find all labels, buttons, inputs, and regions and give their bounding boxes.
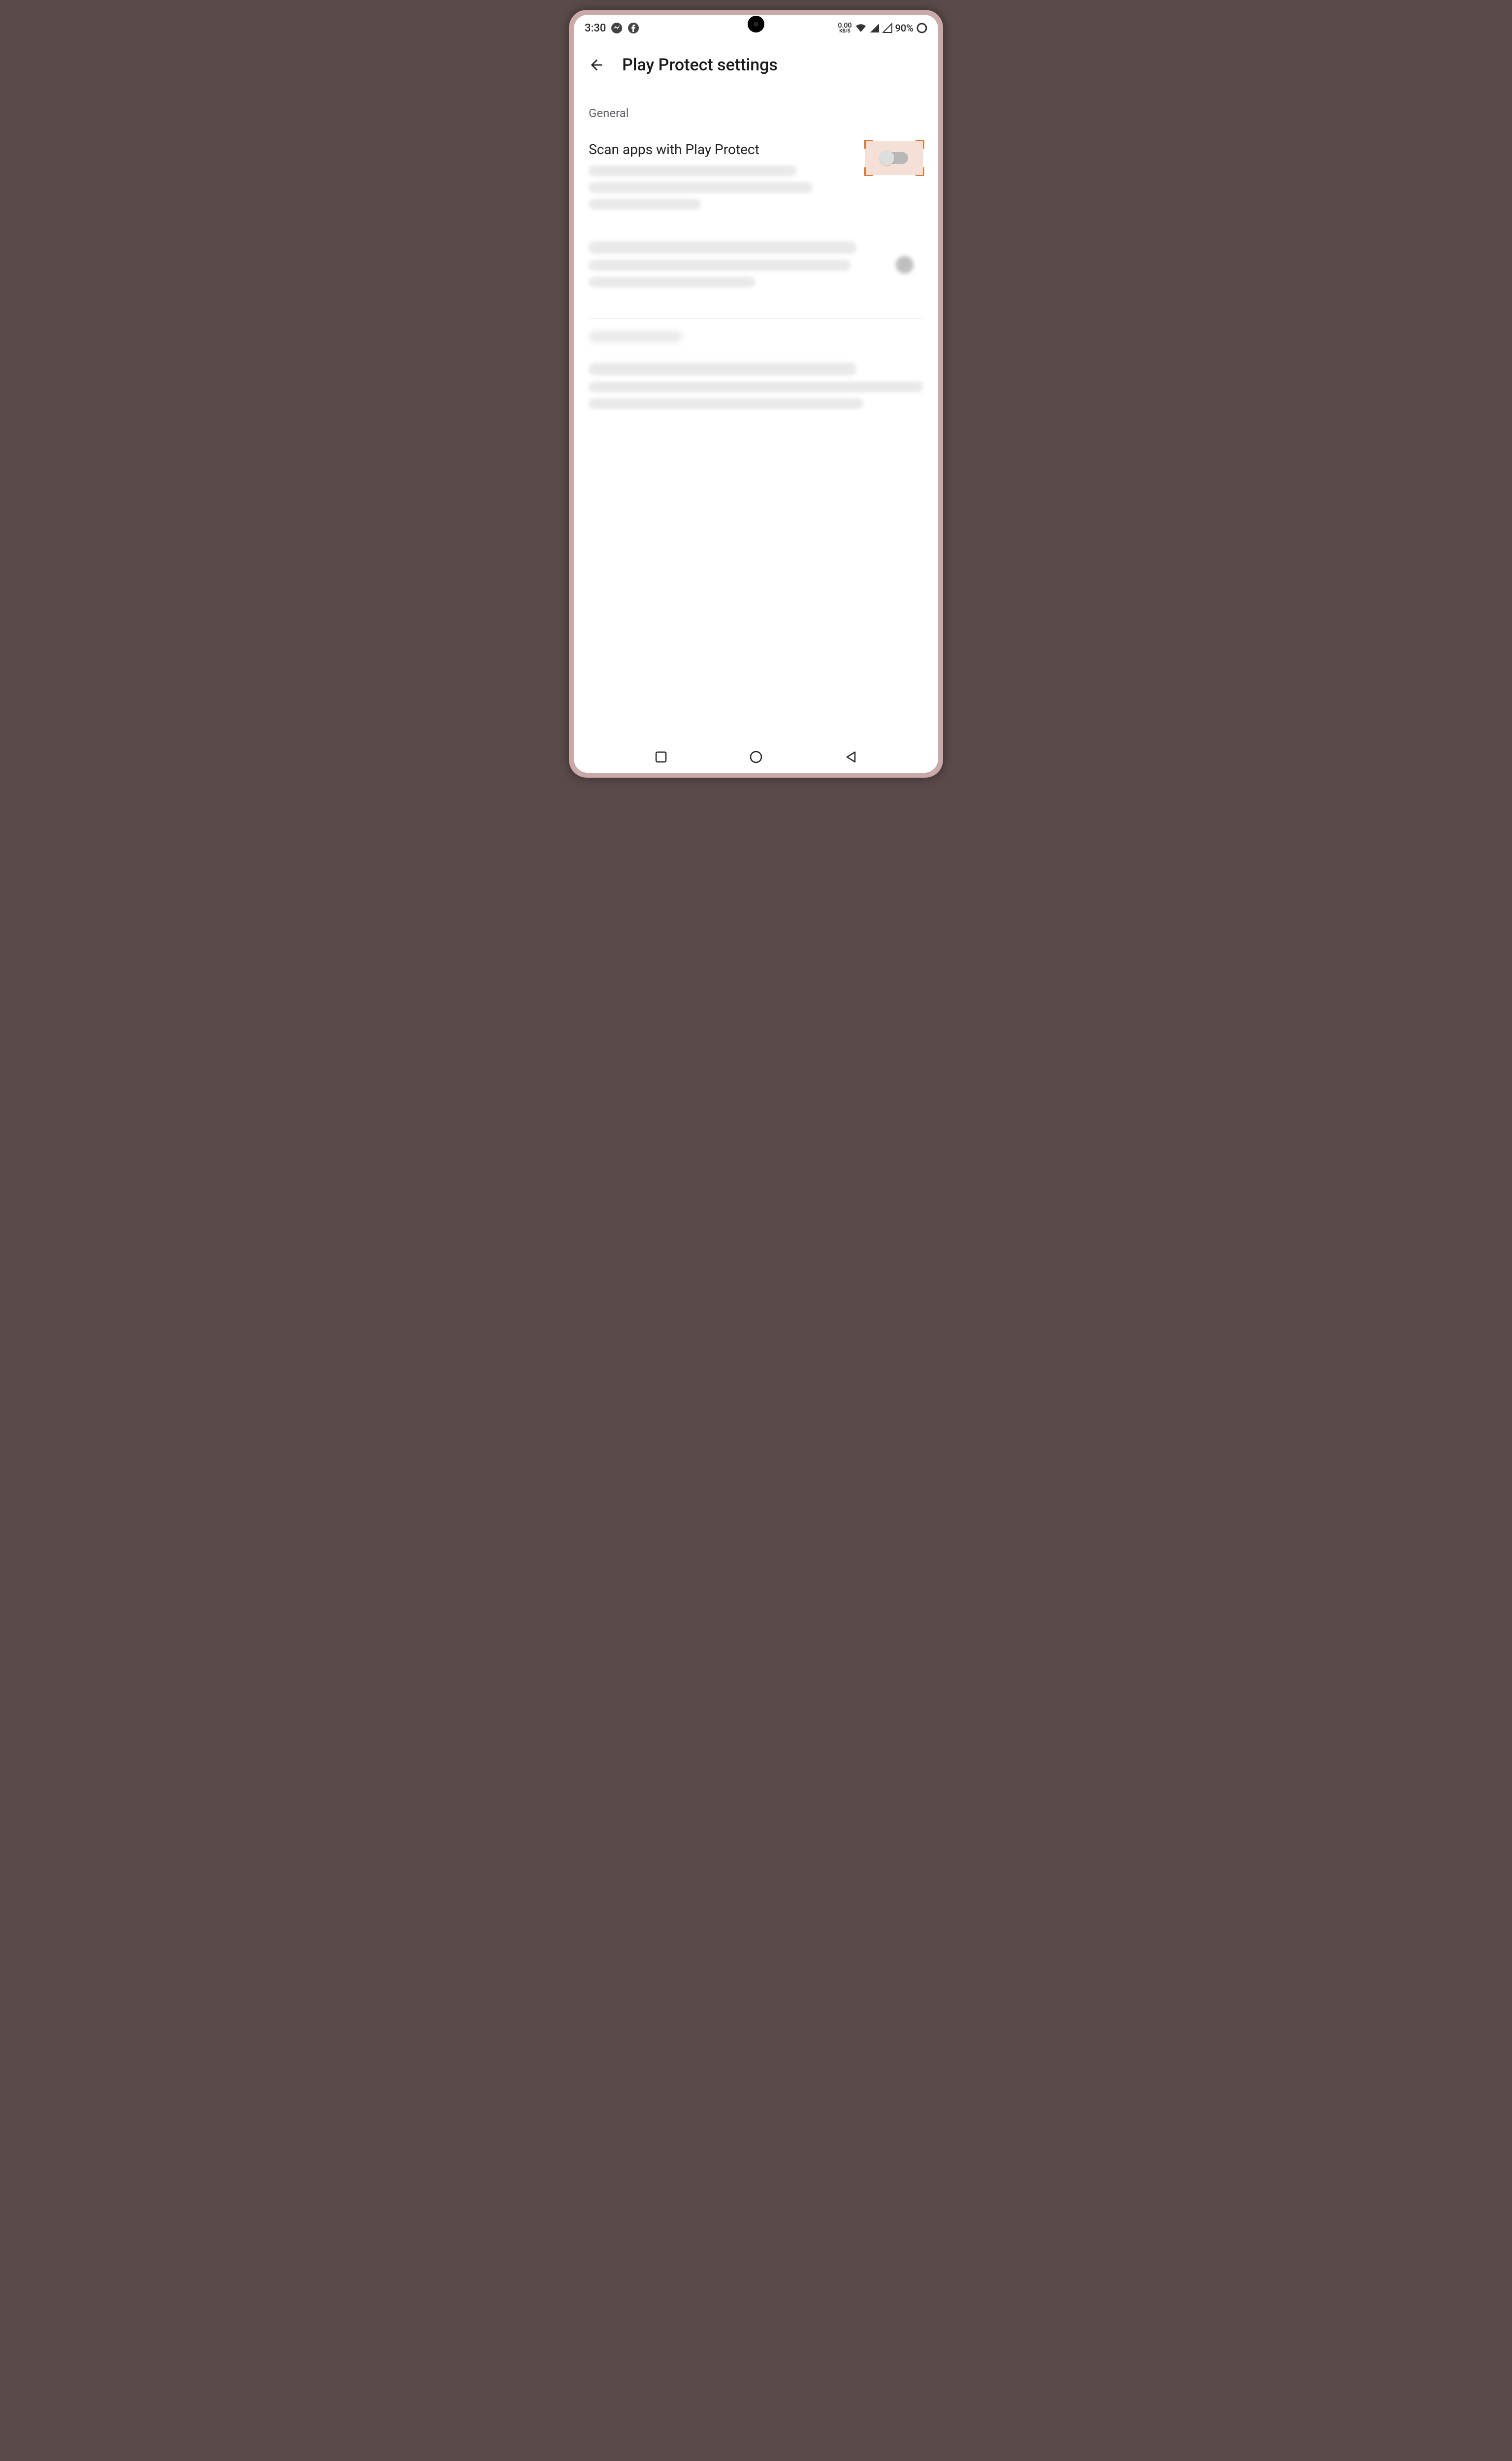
app-header: Play Protect settings	[574, 41, 938, 89]
content: General Scan apps with Play Protect	[574, 89, 938, 430]
battery-percent: 90%	[895, 22, 914, 34]
facebook-icon	[628, 22, 639, 34]
nav-bar	[574, 741, 938, 773]
nav-back-button[interactable]	[840, 746, 862, 768]
setting-scan-apps-description-blurred	[589, 165, 855, 210]
status-left: 3:30	[585, 22, 639, 34]
setting-row-blurred-2[interactable]	[574, 352, 938, 430]
nav-home-button[interactable]	[745, 746, 767, 768]
wifi-icon	[855, 23, 867, 33]
scan-apps-toggle-highlight[interactable]	[865, 141, 923, 175]
data-rate-value: 0.00	[838, 22, 852, 29]
data-rate: 0.00 KB/S	[838, 22, 852, 34]
signal-secondary-icon	[882, 23, 892, 33]
toggle-thumb	[880, 151, 894, 165]
square-icon	[655, 751, 667, 763]
data-saver-icon	[916, 23, 927, 33]
setting-row-blurred-1[interactable]	[574, 230, 938, 308]
setting-scan-apps-title: Scan apps with Play Protect	[589, 141, 855, 158]
triangle-back-icon	[844, 750, 858, 764]
page-title: Play Protect settings	[622, 55, 778, 75]
nav-recents-button[interactable]	[650, 746, 672, 768]
front-camera	[748, 16, 764, 32]
arrow-left-icon	[588, 57, 605, 73]
signal-icon	[870, 23, 880, 33]
section-general-label: General	[574, 96, 938, 130]
circle-icon	[749, 750, 763, 764]
data-rate-unit: KB/S	[839, 29, 850, 34]
messenger-icon	[611, 22, 623, 34]
section-blurred-label	[574, 328, 938, 352]
screen: 3:30 0.00 KB/S	[574, 15, 938, 773]
setting-blurred-1-text	[589, 241, 886, 293]
clock: 3:30	[585, 22, 606, 34]
setting-scan-apps[interactable]: Scan apps with Play Protect	[574, 130, 938, 230]
setting-blurred-2-text	[589, 363, 923, 415]
setting-blurred-1-toggle[interactable]	[896, 256, 914, 274]
setting-scan-apps-text: Scan apps with Play Protect	[589, 141, 855, 216]
scan-apps-toggle[interactable]	[881, 152, 908, 164]
back-button[interactable]	[585, 53, 608, 77]
status-right: 0.00 KB/S 90%	[838, 22, 927, 34]
phone-frame: 3:30 0.00 KB/S	[569, 10, 943, 778]
